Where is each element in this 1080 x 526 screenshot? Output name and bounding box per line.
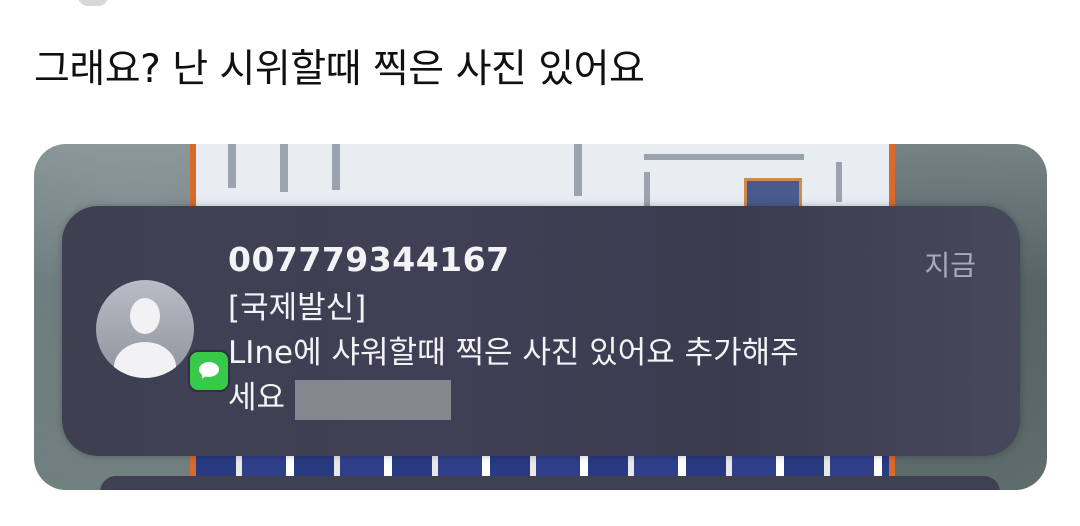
wallpaper-detail — [644, 154, 804, 160]
wallpaper-detail — [644, 172, 650, 206]
embedded-screenshot[interactable]: 007779344167 지금 [국제발신] LIne에 샤워할때 찍은 사진 … — [34, 144, 1047, 490]
message-line-1: LIne에 샤워할때 찍은 사진 있어요 추가해주 — [228, 335, 799, 371]
notification-body: [국제발신] LIne에 샤워할때 찍은 사진 있어요 추가해주 세요 — [228, 286, 948, 421]
international-tag: [국제발신] — [228, 290, 367, 326]
wallpaper-detail — [574, 144, 582, 196]
wallpaper-detail — [228, 144, 236, 188]
messages-icon — [188, 350, 230, 392]
top-crop-fragment — [78, 0, 108, 6]
wallpaper-detail — [836, 162, 842, 202]
message-line-2: 세요 — [228, 380, 286, 416]
person-icon — [96, 280, 194, 378]
wallpaper-detail — [332, 144, 340, 190]
message-line-2-row: 세요 — [228, 376, 948, 421]
next-notification-edge — [100, 476, 1000, 490]
wallpaper-detail — [280, 144, 288, 192]
sender-number: 007779344167 — [228, 240, 510, 279]
sms-notification[interactable]: 007779344167 지금 [국제발신] LIne에 샤워할때 찍은 사진 … — [62, 206, 1020, 456]
redaction-box — [295, 379, 452, 420]
notification-timestamp: 지금 — [924, 249, 976, 282]
post-text: 그래요? 난 시위할때 찍은 사진 있어요 — [34, 47, 645, 92]
